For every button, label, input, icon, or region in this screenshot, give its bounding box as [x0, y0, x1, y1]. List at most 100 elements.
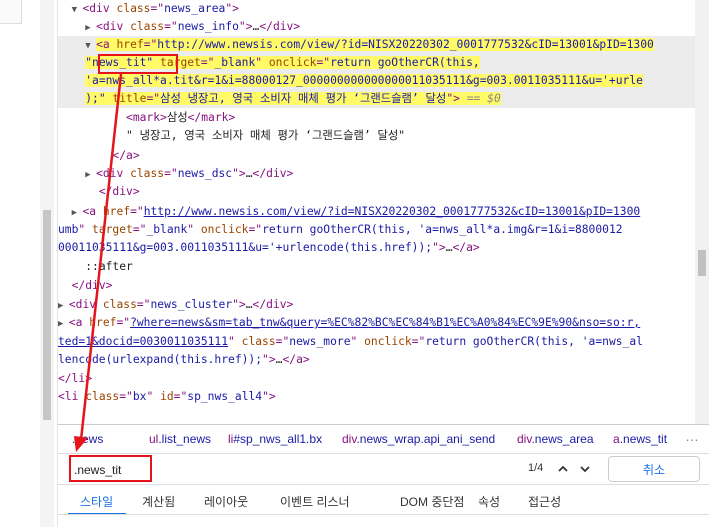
expand-triangle-closed-icon[interactable]: ▶ [85, 23, 96, 33]
markup-token: =" [143, 38, 158, 51]
dom-node-line[interactable]: ::after [58, 258, 133, 276]
markup-token: </a> [282, 353, 310, 366]
breadcrumb-item[interactable]: div.news_wrap.api_ani_send [342, 432, 495, 446]
dom-node-line[interactable]: 00011035111&g=003.0011035111&u='+urlenco… [58, 239, 480, 257]
tab-computed[interactable]: 계산됨 [142, 493, 175, 510]
expand-triangle-closed-icon[interactable]: ▶ [85, 170, 96, 180]
dom-node-line[interactable]: umb" target="_blank" onclick="return goO… [58, 221, 623, 239]
dom-node-line[interactable]: ▶ <div class="news_cluster">…</div> [58, 296, 293, 314]
markup-token: class [85, 390, 120, 403]
markup-token: </div> [252, 167, 294, 180]
markup-token: 00011035111&g=003.0011035111&u='+urlenco… [58, 241, 433, 254]
dom-node-line[interactable]: </div> [58, 277, 113, 295]
dom-node-line[interactable]: <mark>삼성</mark> [58, 109, 235, 127]
dom-node-line[interactable]: ▶ <div class="news_info">…</div> [58, 18, 300, 36]
dom-node-line[interactable]: </a> [58, 147, 139, 165]
dom-node-line[interactable]: ▼ <div class="news_area"> [58, 0, 239, 18]
markup-token: target [153, 56, 201, 69]
node-markup: <div class="news_dsc">…</div> [96, 167, 293, 180]
dom-node-line[interactable]: ▶ <div class="news_dsc">…</div> [58, 165, 293, 183]
tab-dom-breakpoints[interactable]: DOM 중단점 [400, 493, 464, 510]
markup-token: ted=1&docid=0030011035111 [58, 335, 229, 348]
tab-styles[interactable]: 스타일 [80, 493, 113, 510]
expand-triangle-open-icon[interactable]: ▼ [85, 41, 96, 51]
markup-token: _blank [214, 56, 256, 69]
search-prev-button[interactable] [553, 459, 573, 479]
node-markup: );" title="삼성 냉장고, 영국 소비자 매체 평가 ‘그랜드슬램’ … [85, 92, 501, 105]
dom-node-line[interactable]: " 냉장고, 영국 소비자 매체 평가 ‘그랜드슬램’ 달성" [58, 127, 405, 145]
dom-node-line[interactable]: ted=1&docid=0030011035111" class="news_m… [58, 333, 643, 351]
dom-node-line[interactable]: ▶ <a href="?where=news&sm=tab_tnw&query=… [58, 314, 640, 332]
markup-token: =" [146, 92, 161, 105]
expand-triangle-closed-icon[interactable]: ▶ [58, 301, 69, 311]
dom-node-line[interactable]: </div> [58, 183, 140, 201]
elements-tree[interactable]: ▼ <div class="news_area"> ▶ <div class="… [58, 0, 709, 424]
dom-node-line[interactable]: "news_tit" target="_blank" onclick="retu… [58, 54, 480, 72]
markup-token: bx [132, 390, 147, 403]
breadcrumb-tag: div [517, 432, 532, 446]
cancel-button[interactable]: 취소 [608, 456, 700, 482]
node-markup: "news_tit" target="_blank" onclick="retu… [85, 56, 480, 69]
markup-token: <div [68, 298, 103, 311]
dom-node-line[interactable]: 'a=nws_all*a.tit&r=1&i=88000127_00000000… [58, 72, 643, 90]
markup-token: );" [85, 92, 106, 105]
markup-token: " [350, 335, 365, 348]
markup-token: <a [96, 38, 117, 51]
elements-scrollbar[interactable] [695, 0, 709, 424]
markup-token: </li> [58, 372, 93, 385]
breadcrumb-item[interactable]: ul.list_news [149, 432, 211, 446]
markup-token: 'a=nws_all*a.tit&r=1&i=88000127_00000000… [85, 74, 643, 87]
tab-properties[interactable]: 속성 [478, 493, 500, 510]
expand-triangle-closed-icon[interactable]: ▶ [58, 319, 69, 329]
markup-token: … [245, 298, 253, 311]
tab-accessibility[interactable]: 접근성 [528, 493, 561, 510]
node-markup: <a href="http://www.newsis.com/view/?id=… [96, 38, 654, 51]
expand-triangle-closed-icon[interactable]: ▶ [72, 208, 83, 218]
tab-event-listeners[interactable]: 이벤트 리스너 [280, 493, 350, 510]
markup-token: "> [432, 241, 446, 254]
dom-node-line[interactable]: ▶ <a href="http://www.newsis.com/view/?i… [58, 203, 641, 221]
tab-layout[interactable]: 레이아웃 [204, 493, 248, 510]
markup-token: "> [232, 298, 246, 311]
node-markup: 00011035111&g=003.0011035111&u='+urlenco… [58, 241, 480, 254]
search-input[interactable] [74, 459, 528, 480]
page-scrollbar-thumb[interactable] [43, 210, 51, 420]
markup-token: class [102, 298, 137, 311]
markup-token: <a [82, 205, 103, 218]
markup-token: =" [164, 20, 178, 33]
markup-token: =" [150, 2, 165, 15]
dom-node-line[interactable]: lencode(urlexpand(this.href));">…</a> [58, 351, 310, 369]
markup-token: "> [262, 390, 276, 403]
markup-token: 삼성 [166, 111, 188, 124]
markup-token: " [146, 390, 161, 403]
markup-token: news_info [177, 20, 239, 33]
breadcrumb-more-button[interactable]: … [685, 428, 699, 444]
search-next-button[interactable] [575, 459, 595, 479]
expand-triangle-open-icon[interactable]: ▼ [72, 5, 83, 15]
breadcrumb-item[interactable]: .news [72, 432, 103, 446]
breadcrumb-item[interactable]: div.news_area [517, 432, 594, 446]
dom-node-line[interactable]: );" title="삼성 냉장고, 영국 소비자 매체 평가 ‘그랜드슬램’ … [58, 90, 501, 108]
node-markup: " 냉장고, 영국 소비자 매체 평가 ‘그랜드슬램’ 달성" [126, 129, 405, 142]
elements-scrollbar-thumb[interactable] [698, 250, 706, 276]
markup-token: href [102, 205, 131, 218]
breadcrumb-tag: ul [149, 432, 159, 446]
markup-token: … [245, 167, 253, 180]
node-markup: <li class="bx" id="sp_nws_all4"> [58, 390, 276, 403]
markup-token: news_area [164, 2, 226, 15]
node-markup: lencode(urlexpand(this.href));">…</a> [58, 353, 310, 366]
node-markup: 'a=nws_all*a.tit&r=1&i=88000127_00000000… [85, 74, 643, 87]
dom-node-line[interactable]: ▼ <a href="http://www.newsis.com/view/?i… [58, 36, 654, 54]
markup-token: … [445, 241, 453, 254]
dom-node-line[interactable]: </li> [58, 370, 92, 388]
breadcrumb-item[interactable]: li#sp_nws_all1.bx [228, 432, 322, 446]
markup-token: class [116, 2, 151, 15]
markup-token: </div> [252, 298, 294, 311]
breadcrumb-item[interactable]: a.news_tit [613, 432, 667, 446]
markup-token: ::after [85, 260, 133, 273]
markup-token: return goOtherCR(this, [330, 56, 480, 69]
dom-node-line[interactable]: <li class="bx" id="sp_nws_all4"> [58, 388, 276, 406]
